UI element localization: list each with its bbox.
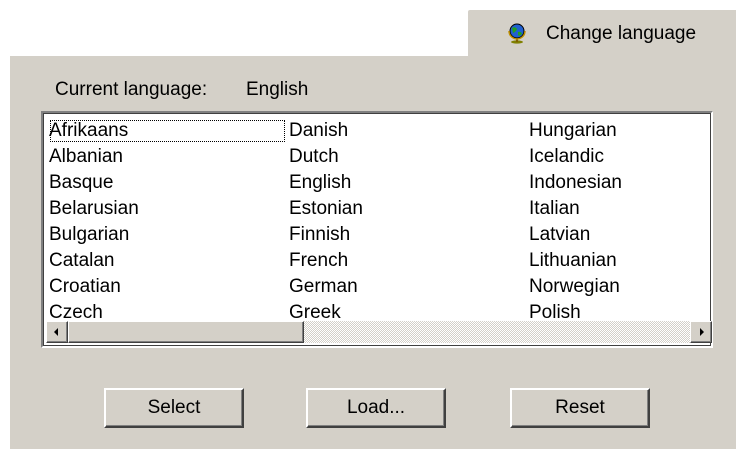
list-item[interactable]: Catalan	[48, 248, 287, 274]
list-item[interactable]: French	[288, 248, 364, 274]
language-column-3: Hungarian Icelandic Indonesian Italian L…	[528, 118, 623, 324]
scroll-left-button[interactable]	[46, 321, 68, 343]
current-language-value: English	[246, 79, 309, 100]
list-item[interactable]: Belarusian	[48, 196, 287, 222]
arrow-left-icon	[54, 328, 58, 336]
tab-join	[468, 54, 736, 58]
list-item[interactable]: English	[288, 170, 364, 196]
reset-button[interactable]: Reset	[510, 388, 650, 428]
list-item[interactable]: Finnish	[288, 222, 364, 248]
language-list-area: Afrikaans Albanian Basque Belarusian Bul…	[46, 116, 712, 324]
list-item[interactable]: Latvian	[528, 222, 623, 248]
list-item[interactable]: Bulgarian	[48, 222, 287, 248]
list-item[interactable]: Norwegian	[528, 274, 623, 300]
language-listbox[interactable]: Afrikaans Albanian Basque Belarusian Bul…	[41, 111, 713, 348]
list-item[interactable]: Basque	[48, 170, 287, 196]
list-item[interactable]: Hungarian	[528, 118, 623, 144]
select-button[interactable]: Select	[104, 388, 244, 428]
current-language-label: Current language:	[55, 79, 208, 100]
list-item[interactable]: Dutch	[288, 144, 364, 170]
dialog-root: Change language Current language: Englis…	[0, 0, 736, 449]
load-button[interactable]: Load...	[306, 388, 446, 428]
scroll-right-button[interactable]	[690, 321, 712, 343]
globe-icon	[506, 22, 528, 44]
scrollbar-thumb[interactable]	[68, 321, 304, 343]
list-item[interactable]: Indonesian	[528, 170, 623, 196]
list-item[interactable]: Icelandic	[528, 144, 623, 170]
list-item[interactable]: Danish	[288, 118, 364, 144]
language-column-2: Danish Dutch English Estonian Finnish Fr…	[288, 118, 364, 324]
list-item[interactable]: Estonian	[288, 196, 364, 222]
list-item[interactable]: Albanian	[48, 144, 287, 170]
language-column-1: Afrikaans Albanian Basque Belarusian Bul…	[48, 118, 287, 324]
list-item[interactable]: Italian	[528, 196, 623, 222]
arrow-right-icon	[700, 328, 704, 336]
list-item[interactable]: Croatian	[48, 274, 287, 300]
list-item[interactable]: Lithuanian	[528, 248, 623, 274]
tab-label: Change language	[546, 23, 697, 44]
list-item[interactable]: German	[288, 274, 364, 300]
tab-change-language[interactable]: Change language	[466, 8, 736, 56]
list-item[interactable]: Afrikaans	[48, 118, 287, 144]
horizontal-scrollbar[interactable]	[46, 321, 712, 343]
